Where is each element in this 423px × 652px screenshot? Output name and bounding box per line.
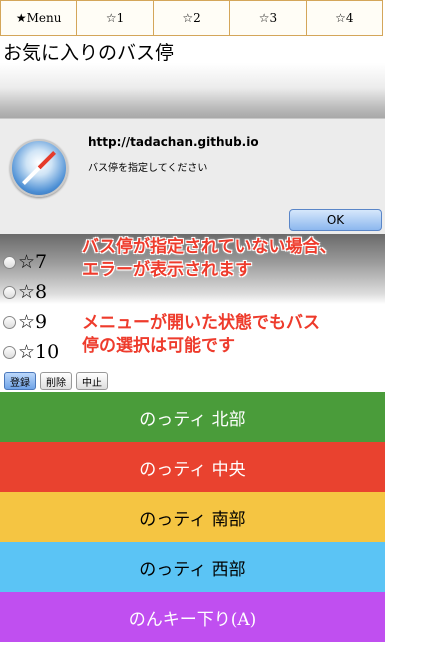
tab-fav-2[interactable]: ☆2	[153, 0, 231, 36]
tab-fav-1[interactable]: ☆1	[77, 0, 154, 36]
menu-annotation: メニューが開いた状態でもバス 停の選択は可能です	[82, 312, 320, 358]
favorite-item-9[interactable]: ☆9	[3, 311, 47, 333]
alert-message: バス停を指定してください	[88, 163, 208, 174]
region-button-north[interactable]: のっティ 北部	[0, 392, 385, 442]
annotation-line: メニューが開いた状態でもバス	[82, 313, 320, 333]
annotation-line: エラーが表示されます	[82, 260, 252, 280]
alert-dialog: http://tadachan.github.io バス停を指定してください O…	[0, 118, 385, 236]
annotation-line: 停の選択は可能です	[82, 336, 235, 356]
tab-fav-3[interactable]: ☆3	[230, 0, 307, 36]
error-annotation: バス停が指定されていない場合、 エラーが表示されます	[82, 236, 337, 282]
favorite-item-8[interactable]: ☆8	[3, 281, 47, 303]
favorite-label: ☆8	[18, 281, 48, 303]
region-button-west[interactable]: のっティ 西部	[0, 542, 385, 592]
favorite-label: ☆10	[18, 341, 60, 363]
alert-host: http://tadachan.github.io	[88, 135, 259, 149]
radio-button[interactable]	[3, 315, 16, 329]
region-button-south[interactable]: のっティ 南部	[0, 492, 385, 542]
favorite-item-7[interactable]: ☆7	[3, 251, 47, 273]
page-title: お気に入りのバス停	[3, 42, 175, 64]
annotation-line: バス停が指定されていない場合、	[82, 237, 337, 257]
safari-compass-icon	[10, 139, 68, 197]
radio-button[interactable]	[3, 285, 16, 299]
overlay-top	[0, 63, 385, 118]
region-button-central[interactable]: のっティ 中央	[0, 442, 385, 492]
tab-menu[interactable]: ★Menu	[0, 0, 78, 36]
tab-fav-4[interactable]: ☆4	[306, 0, 384, 36]
favorite-label: ☆9	[18, 311, 48, 333]
top-menu-bar: ★Menu ☆1 ☆2 ☆3 ☆4	[0, 0, 384, 36]
favorite-item-10[interactable]: ☆10	[3, 341, 59, 363]
region-button-nonki-down-a[interactable]: のんキー下り(A)	[0, 592, 385, 642]
ok-button[interactable]: OK	[289, 209, 382, 231]
radio-button[interactable]	[3, 345, 16, 359]
register-button[interactable]: 登録	[4, 372, 36, 390]
cancel-button[interactable]: 中止	[76, 372, 108, 390]
radio-button[interactable]	[3, 255, 16, 269]
favorite-label: ☆7	[18, 251, 48, 273]
delete-button[interactable]: 削除	[40, 372, 72, 390]
action-buttons: 登録 削除 中止	[4, 372, 108, 390]
